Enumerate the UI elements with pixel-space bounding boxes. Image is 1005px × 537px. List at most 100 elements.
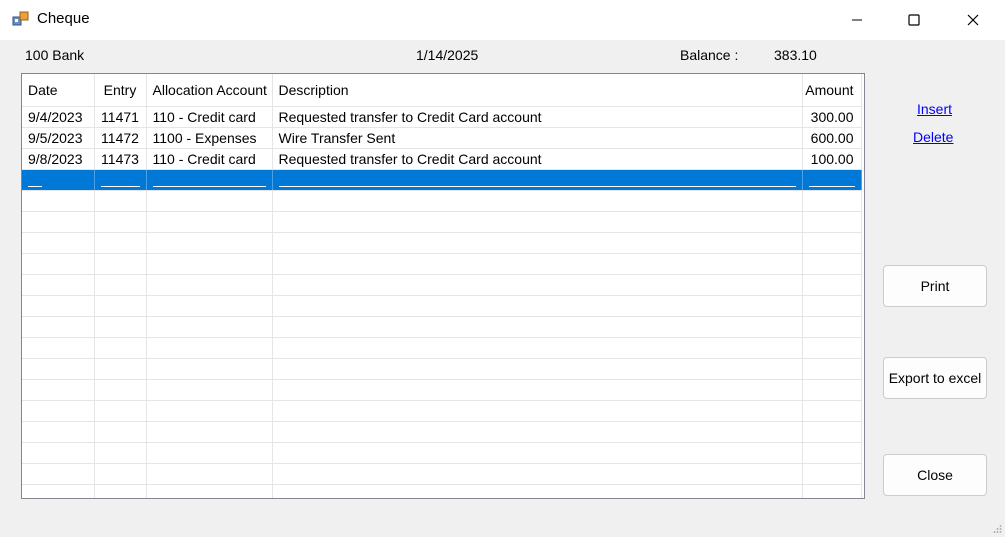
- empty-cell: [22, 274, 95, 296]
- column-header-entry[interactable]: Entry: [94, 74, 147, 107]
- cell-date[interactable]: 9/8/2023: [22, 148, 95, 170]
- empty-cell: [146, 295, 273, 317]
- empty-cell: [802, 421, 862, 443]
- empty-cell: [146, 463, 273, 485]
- empty-cell: [94, 253, 147, 275]
- resize-grip-icon[interactable]: [992, 524, 1002, 534]
- cell-date[interactable]: 9/5/2023: [22, 127, 95, 149]
- bank-label: 100 Bank: [25, 47, 85, 63]
- empty-cell: [94, 337, 147, 359]
- empty-row: [22, 379, 862, 401]
- empty-cell: [94, 442, 147, 464]
- empty-cell: [272, 463, 803, 485]
- balance-label: Balance :: [680, 47, 739, 63]
- empty-row: [22, 295, 862, 317]
- empty-cell: [272, 484, 803, 498]
- empty-row: [22, 316, 862, 338]
- empty-cell: [146, 211, 273, 233]
- empty-cell: [802, 484, 862, 498]
- cell-account[interactable]: 110 - Credit card: [146, 148, 273, 170]
- empty-cell: [802, 442, 862, 464]
- export-to-excel-button[interactable]: Export to excel: [883, 357, 987, 399]
- empty-cell: [272, 337, 803, 359]
- empty-cell: [272, 211, 803, 233]
- minimize-icon: [852, 19, 862, 21]
- table-row[interactable]: 9/5/2023 11472 1100 - Expenses Wire Tran…: [22, 127, 862, 149]
- new-cell-entry[interactable]: [94, 169, 147, 191]
- empty-cell: [94, 295, 147, 317]
- new-cell-date[interactable]: [22, 169, 95, 191]
- empty-cell: [272, 442, 803, 464]
- empty-cell: [146, 421, 273, 443]
- cheque-grid[interactable]: Date Entry Allocation Account Descriptio…: [21, 73, 865, 499]
- close-icon: [967, 14, 979, 26]
- empty-row: [22, 337, 862, 359]
- new-cell-amount[interactable]: [802, 169, 862, 191]
- empty-row: [22, 400, 862, 422]
- empty-cell: [22, 211, 95, 233]
- print-button[interactable]: Print: [883, 265, 987, 307]
- empty-cell: [146, 316, 273, 338]
- cell-entry[interactable]: 11472: [94, 127, 147, 149]
- close-button[interactable]: Close: [883, 454, 987, 496]
- empty-cell: [22, 442, 95, 464]
- cell-amount[interactable]: 600.00: [802, 127, 862, 149]
- empty-cell: [94, 232, 147, 254]
- empty-row: [22, 190, 862, 212]
- empty-cell: [802, 211, 862, 233]
- column-header-date[interactable]: Date: [22, 74, 95, 107]
- empty-cell: [802, 337, 862, 359]
- cell-amount[interactable]: 300.00: [802, 106, 862, 128]
- empty-cell: [272, 358, 803, 380]
- empty-cell: [94, 421, 147, 443]
- empty-row: [22, 253, 862, 275]
- app-icon: [12, 11, 29, 26]
- cell-description[interactable]: Requested transfer to Credit Card accoun…: [272, 106, 803, 128]
- maximize-button[interactable]: [891, 0, 937, 40]
- empty-cell: [272, 379, 803, 401]
- table-row[interactable]: 9/8/2023 11473 110 - Credit card Request…: [22, 148, 862, 170]
- empty-cell: [22, 316, 95, 338]
- empty-cell: [22, 484, 95, 498]
- cell-account[interactable]: 110 - Credit card: [146, 106, 273, 128]
- title-bar: Cheque: [0, 0, 1005, 40]
- cell-amount[interactable]: 100.00: [802, 148, 862, 170]
- empty-cell: [22, 379, 95, 401]
- empty-cell: [146, 190, 273, 212]
- column-header-amount[interactable]: Amount: [802, 74, 862, 107]
- empty-cell: [802, 190, 862, 212]
- empty-cell: [146, 484, 273, 498]
- empty-cell: [94, 484, 147, 498]
- empty-cell: [272, 274, 803, 296]
- empty-cell: [146, 274, 273, 296]
- cell-entry[interactable]: 11471: [94, 106, 147, 128]
- empty-cell: [94, 211, 147, 233]
- minimize-button[interactable]: [834, 0, 880, 40]
- new-entry-row[interactable]: [22, 169, 862, 191]
- empty-cell: [22, 421, 95, 443]
- new-cell-description[interactable]: [272, 169, 803, 191]
- cell-date[interactable]: 9/4/2023: [22, 106, 95, 128]
- empty-cell: [22, 232, 95, 254]
- empty-cell: [802, 463, 862, 485]
- insert-link[interactable]: Insert: [917, 101, 952, 117]
- delete-link[interactable]: Delete: [913, 129, 953, 145]
- new-cell-account[interactable]: [146, 169, 273, 191]
- cell-description[interactable]: Requested transfer to Credit Card accoun…: [272, 148, 803, 170]
- empty-cell: [802, 358, 862, 380]
- empty-cell: [22, 337, 95, 359]
- column-header-allocation-account[interactable]: Allocation Account: [146, 74, 273, 107]
- empty-cell: [22, 463, 95, 485]
- cell-entry[interactable]: 11473: [94, 148, 147, 170]
- empty-row: [22, 484, 862, 498]
- close-window-button[interactable]: [950, 0, 996, 40]
- cell-account[interactable]: 1100 - Expenses: [146, 127, 273, 149]
- cell-description[interactable]: Wire Transfer Sent: [272, 127, 803, 149]
- column-header-description[interactable]: Description: [272, 74, 803, 107]
- empty-cell: [94, 316, 147, 338]
- table-row[interactable]: 9/4/2023 11471 110 - Credit card Request…: [22, 106, 862, 128]
- empty-cell: [94, 358, 147, 380]
- empty-cell: [94, 274, 147, 296]
- empty-cell: [146, 400, 273, 422]
- empty-cell: [146, 358, 273, 380]
